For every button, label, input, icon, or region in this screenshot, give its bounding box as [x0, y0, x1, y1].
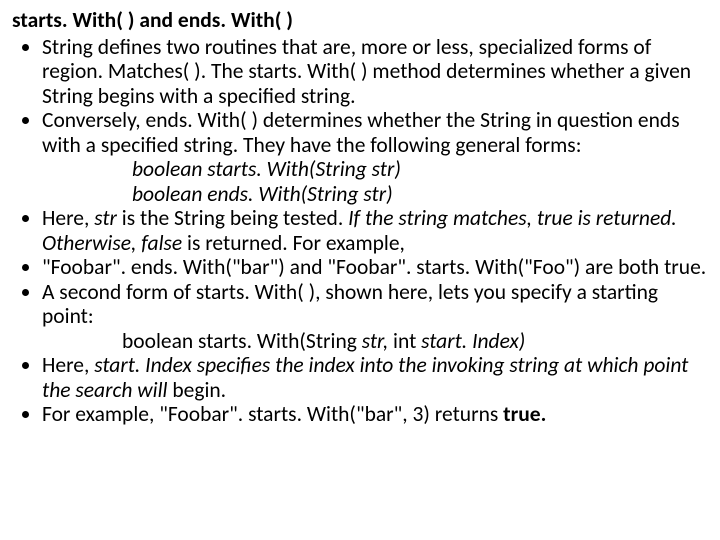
list-item: Here, str is the String being tested. If… [42, 206, 710, 255]
bullet-list: String defines two routines that are, mo… [12, 35, 710, 427]
list-item: String defines two routines that are, mo… [42, 35, 710, 109]
bullet-text: "Foobar". ends. With("bar") and "Foobar"… [42, 254, 706, 280]
list-item: For example, "Foobar". starts. With("bar… [42, 402, 710, 427]
bullet-text: Here, str is the String being tested. If… [42, 205, 677, 256]
bullet-text: For example, "Foobar". starts. With("bar… [42, 401, 546, 427]
list-item: Conversely, ends. With( ) determines whe… [42, 108, 710, 206]
list-item: Here, start. Index specifies the index i… [42, 353, 710, 402]
bullet-text: A second form of starts. With( ), shown … [42, 279, 658, 330]
method-signature: boolean starts. With(String str, int sta… [42, 329, 710, 354]
bullet-text: Here, start. Index specifies the index i… [42, 352, 688, 403]
bullet-text: Conversely, ends. With( ) determines whe… [42, 107, 680, 158]
slide: starts. With( ) and ends. With( ) String… [0, 0, 720, 540]
bullet-text: String defines two routines that are, mo… [42, 34, 691, 109]
method-signature: boolean starts. With(String str) [42, 157, 710, 182]
list-item: "Foobar". ends. With("bar") and "Foobar"… [42, 255, 710, 280]
method-signature: boolean ends. With(String str) [42, 182, 710, 207]
list-item: A second form of starts. With( ), shown … [42, 280, 710, 354]
slide-title: starts. With( ) and ends. With( ) [12, 8, 710, 33]
